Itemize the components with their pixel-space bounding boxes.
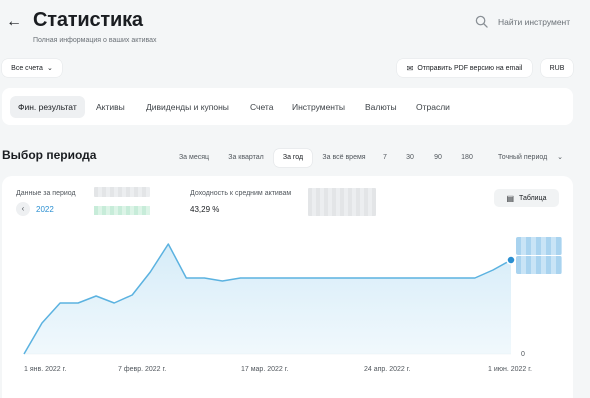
x-tick-label: 1 янв. 2022 г. — [24, 366, 67, 373]
x-tick-label: 24 апр. 2022 г. — [364, 366, 411, 373]
chart — [23, 243, 516, 355]
x-tick-label: 1 июн. 2022 г. — [488, 366, 532, 373]
area-fill — [24, 244, 511, 354]
blurred-y-tick — [516, 256, 562, 274]
x-tick-label: 7 февр. 2022 г. — [118, 366, 167, 373]
y-tick-label: 0 — [521, 351, 525, 358]
blurred-y-tick — [516, 237, 562, 255]
x-tick-label: 17 мар. 2022 г. — [241, 366, 289, 373]
last-point-marker[interactable] — [506, 255, 516, 265]
